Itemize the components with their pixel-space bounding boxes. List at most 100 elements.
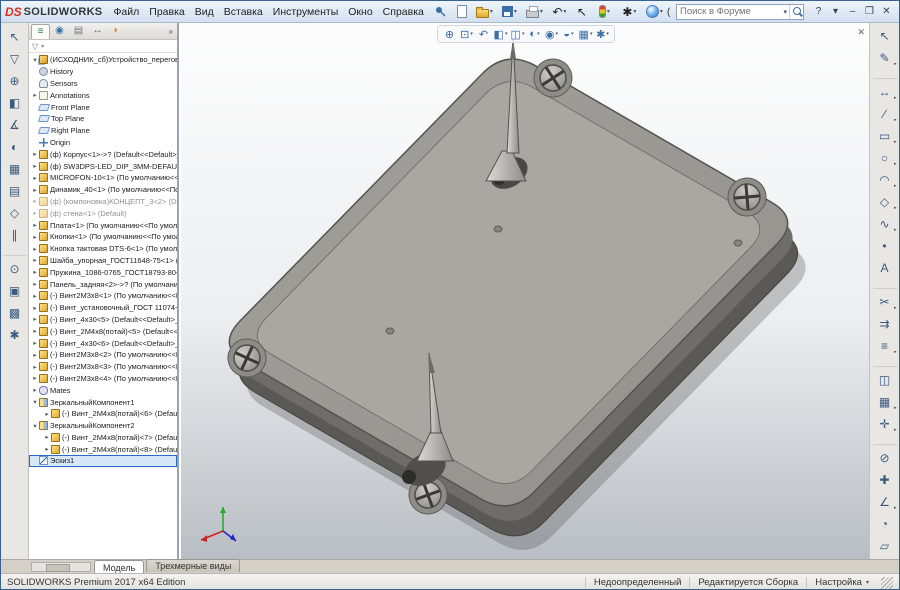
expand-arrow-icon[interactable]: [31, 91, 39, 99]
tab-propertymanager[interactable]: ◉: [50, 24, 69, 39]
previous-view-icon[interactable]: ↶: [475, 26, 492, 42]
expand-arrow-icon[interactable]: [31, 280, 39, 288]
sketch-icon[interactable]: ✎: [873, 47, 897, 69]
minimize-button[interactable]: –: [844, 3, 861, 20]
menu-file[interactable]: Файл: [108, 3, 144, 21]
apply-scene-icon[interactable]: ▦: [577, 26, 594, 42]
tree-item[interactable]: Кнопки<1> (По умолчанию<<По умол: [29, 231, 177, 243]
tree-item[interactable]: (ф) Корпус<1>->? (Default<<Default>_Ph: [29, 148, 177, 160]
line-icon[interactable]: ∕: [873, 103, 897, 125]
tree-item[interactable]: Right Plane: [29, 125, 177, 137]
expand-arrow-icon[interactable]: [31, 162, 39, 170]
tree-item[interactable]: Front Plane: [29, 101, 177, 113]
annotation-icon[interactable]: ▤: [3, 180, 27, 202]
select-icon[interactable]: ↖: [873, 25, 897, 47]
expand-arrow-icon[interactable]: [43, 433, 51, 441]
menu-window[interactable]: Окно: [343, 3, 377, 21]
axis-icon[interactable]: ∥: [3, 224, 27, 246]
point-icon[interactable]: •: [873, 235, 897, 257]
display-relations-icon[interactable]: ⊘: [873, 444, 897, 469]
expand-arrow-icon[interactable]: [31, 339, 39, 347]
tree-item[interactable]: Mates: [29, 384, 177, 396]
tab-featuremanager[interactable]: ≡: [31, 24, 50, 39]
expand-arrow-icon[interactable]: [31, 374, 39, 382]
tree-item[interactable]: (-) Винт_установочный_ГОСТ 11074-93<5: [29, 302, 177, 314]
expand-arrow-icon[interactable]: [43, 445, 51, 453]
tree-item[interactable]: MICROFON-10<1> (По умолчанию<<По: [29, 172, 177, 184]
tree-item[interactable]: (-) Винт_4х30<6> (Default<<Default>_Сост: [29, 337, 177, 349]
tab-scrollbar[interactable]: [31, 562, 91, 572]
menu-insert[interactable]: Вставка: [219, 3, 268, 21]
section-view-icon[interactable]: ◧: [492, 26, 509, 42]
expand-arrow-icon[interactable]: [31, 292, 39, 300]
mate-icon[interactable]: ⊙: [3, 255, 27, 280]
spline-icon[interactable]: ∿: [873, 213, 897, 235]
component-pattern-icon[interactable]: ▩: [3, 302, 27, 324]
tree-item[interactable]: (-) Винт_2М4х8(потай)<5> (Default<<Defa: [29, 325, 177, 337]
tree-item[interactable]: (ф) стена<1> (Default): [29, 207, 177, 219]
menu-edit[interactable]: Правка: [144, 3, 189, 21]
instant2d-icon[interactable]: ▱: [873, 535, 897, 557]
options-gear-icon[interactable]: ✱: [617, 2, 642, 21]
zoom-area-icon[interactable]: ⊡: [458, 26, 475, 42]
expand-arrow-icon[interactable]: [31, 351, 39, 359]
new-document-icon[interactable]: [452, 2, 472, 21]
selection-filter-icon[interactable]: ▽: [3, 48, 27, 70]
expand-arrow-icon[interactable]: [31, 233, 39, 241]
tab-model[interactable]: Модель: [94, 560, 144, 574]
expand-arrow-icon[interactable]: [31, 398, 39, 406]
graphics-viewport[interactable]: ⊕⊡↶◧◫◐◉◒▦✱ ✕: [181, 23, 871, 559]
undo-icon[interactable]: ↶: [547, 2, 572, 21]
zoom-fit-icon[interactable]: ⊕: [441, 26, 458, 42]
search-input[interactable]: [677, 6, 781, 17]
expand-arrow-icon[interactable]: [31, 256, 39, 264]
expand-arrow-icon[interactable]: [31, 209, 39, 217]
arc-icon[interactable]: ◠: [873, 169, 897, 191]
expand-arrow-icon[interactable]: [31, 315, 39, 323]
rebuild-icon[interactable]: [592, 2, 617, 21]
menu-view[interactable]: Вид: [190, 3, 219, 21]
search-icon[interactable]: [789, 5, 803, 19]
expand-arrow-icon[interactable]: [31, 174, 39, 182]
expand-arrow-icon[interactable]: [31, 186, 39, 194]
edit-appearance-icon[interactable]: [642, 2, 667, 21]
tab-3dviews[interactable]: Трехмерные виды: [146, 559, 240, 572]
menu-tools[interactable]: Инструменты: [268, 3, 343, 21]
expand-arrow-icon[interactable]: [31, 386, 39, 394]
tree-item[interactable]: (-) Винт_2М4х8(потай)<8> (Default<: [29, 443, 177, 455]
expand-arrow-icon[interactable]: [31, 304, 39, 312]
search-dropdown-icon[interactable]: ▾: [781, 8, 789, 16]
expand-arrow-icon[interactable]: [31, 268, 39, 276]
rapid-sketch-icon[interactable]: ◔: [873, 513, 897, 535]
scene-icon[interactable]: ▦: [3, 158, 27, 180]
reference-plane-icon[interactable]: ◇: [3, 202, 27, 224]
tree-item[interactable]: Динамик_40<1> (По умолчанию<<По ум: [29, 184, 177, 196]
tree-item[interactable]: Кнопка тактовая DTS-6<1> (По умолчан: [29, 243, 177, 255]
insert-component-icon[interactable]: ▣: [3, 280, 27, 302]
circle-icon[interactable]: ○: [873, 147, 897, 169]
expand-arrow-icon[interactable]: [31, 245, 39, 253]
expand-arrow-icon[interactable]: [31, 422, 39, 430]
status-configuration[interactable]: Настройка: [806, 577, 877, 588]
tree-item[interactable]: Панель_задняя<2>->? (По умолчанию<: [29, 278, 177, 290]
rectangle-icon[interactable]: ▭: [873, 125, 897, 147]
expand-arrow-icon[interactable]: [31, 150, 39, 158]
tree-item[interactable]: (-) Винт_4х30<5> (Default<<Default>_Сост: [29, 314, 177, 326]
zoom-fit-icon[interactable]: ⊕: [3, 70, 27, 92]
expand-arrow-icon[interactable]: [31, 327, 39, 335]
close-button[interactable]: ✕: [878, 3, 895, 20]
expand-arrow-icon[interactable]: [43, 410, 51, 418]
tab-dimxpertmanager[interactable]: ↔: [88, 24, 107, 39]
model-3d[interactable]: [181, 23, 871, 559]
help-button[interactable]: ?: [810, 3, 827, 20]
view-settings-icon[interactable]: ✱: [594, 26, 611, 42]
restore-button[interactable]: ❒: [861, 3, 878, 20]
mirror-entities-icon[interactable]: ◫: [873, 366, 897, 391]
tree-item[interactable]: ЗеркальныйКомпонент1: [29, 396, 177, 408]
tree-item[interactable]: Плата<1> (По умолчанию<<По умолча: [29, 219, 177, 231]
open-icon[interactable]: [472, 2, 497, 21]
expand-arrow-icon[interactable]: [31, 197, 39, 205]
expand-arrow-icon[interactable]: [31, 363, 39, 371]
tab-configurationmanager[interactable]: ▤: [69, 24, 88, 39]
tree-item[interactable]: (-) Винт2М3х8<4> (По умолчанию<<По ум: [29, 373, 177, 385]
